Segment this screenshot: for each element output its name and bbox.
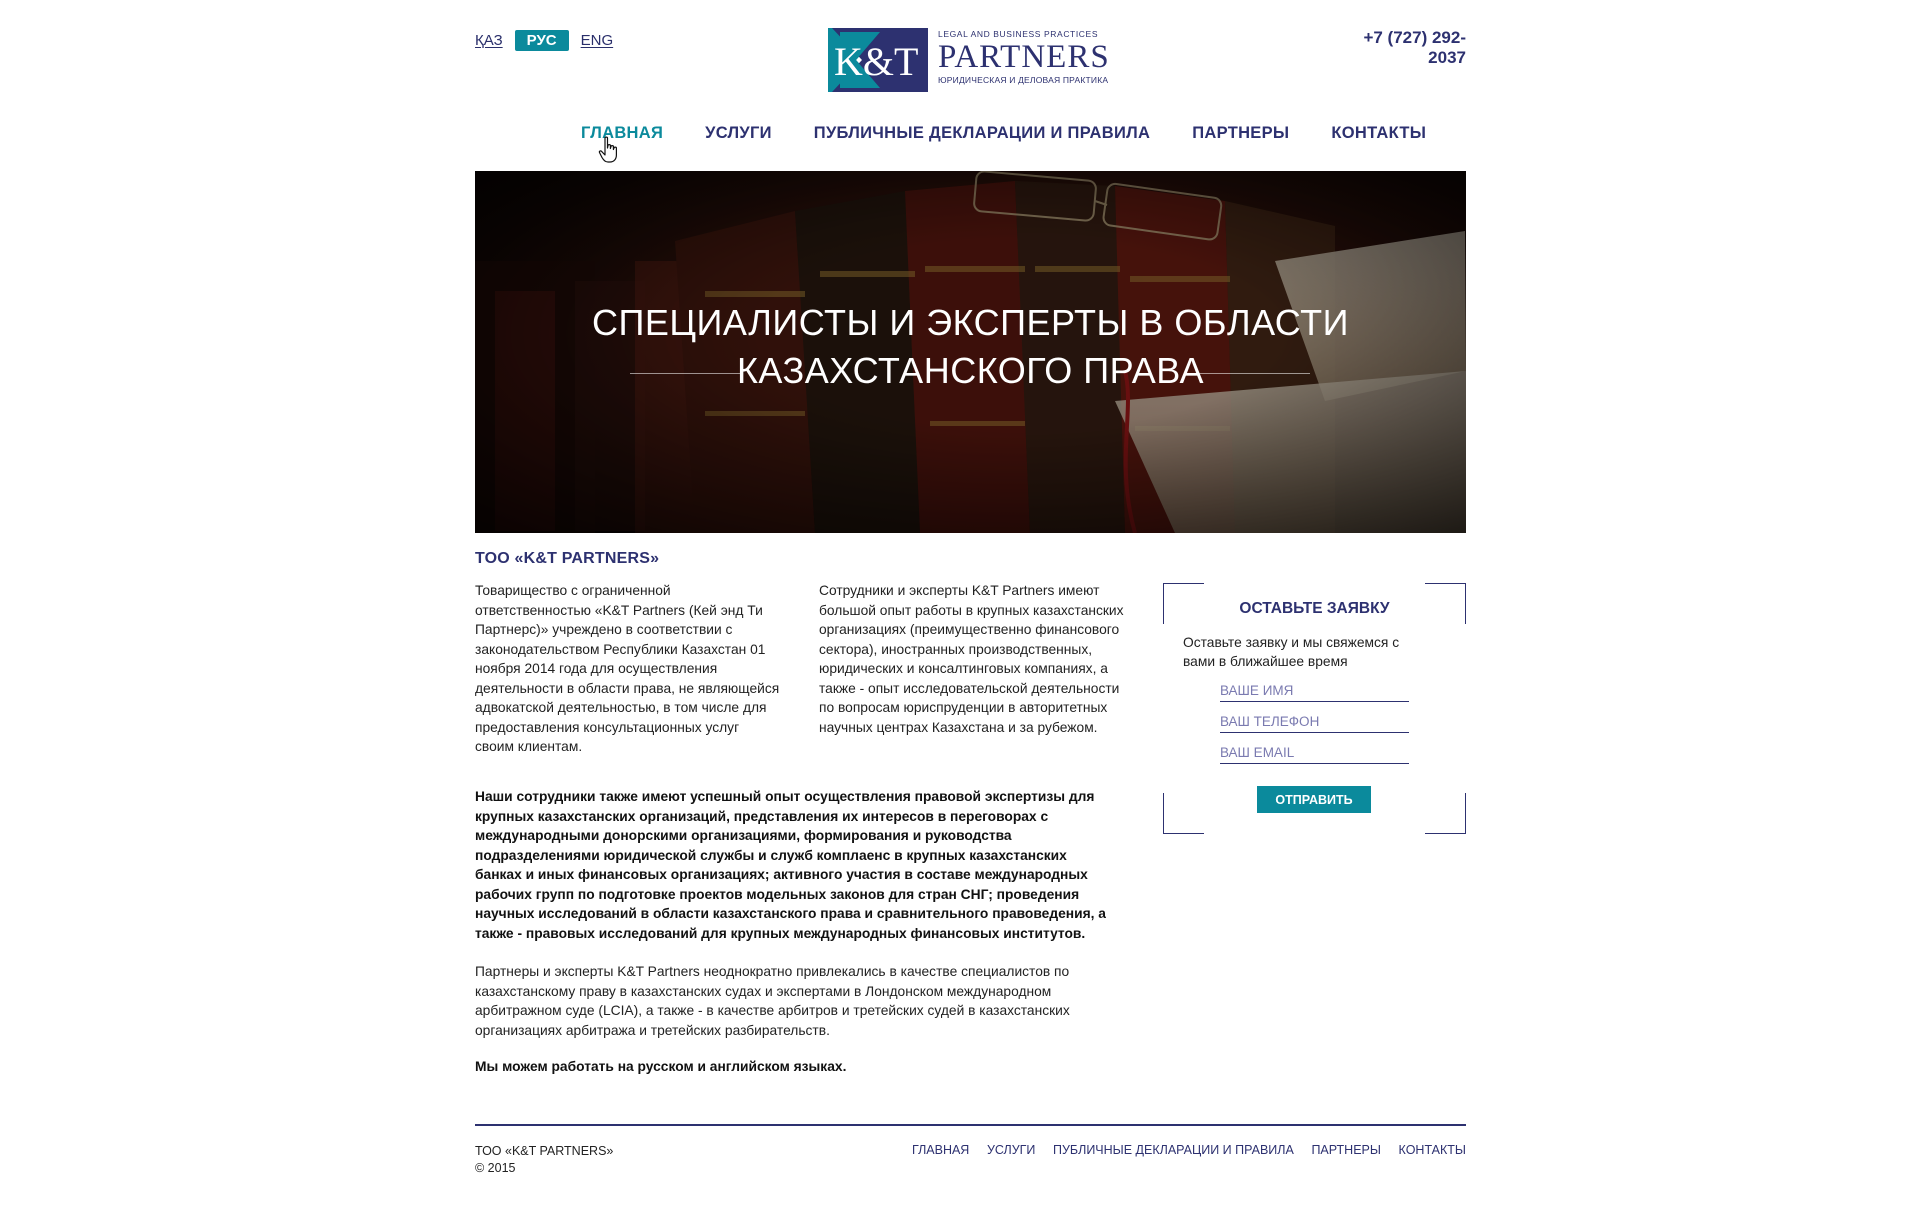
- footer-divider: [475, 1124, 1466, 1126]
- logo-name: PARTNERS: [938, 39, 1110, 75]
- footer-nav-partners[interactable]: ПАРТНЕРЫ: [1311, 1143, 1381, 1157]
- page: ҚАЗ РУС ENG K&T LEGAL AND BUSINESS PRACT…: [0, 0, 1920, 1208]
- logo-tagline-bottom: ЮРИДИЧЕСКАЯ И ДЕЛОВАЯ ПРАКТИКА: [938, 75, 1109, 85]
- footer-nav-contacts[interactable]: КОНТАКТЫ: [1399, 1143, 1466, 1157]
- footer-company: ТОО «K&T PARTNERS»: [475, 1144, 614, 1158]
- hero-rule-left: [630, 373, 742, 374]
- phone-field[interactable]: [1220, 714, 1409, 733]
- about-column-2: Сотрудники и эксперты K&T Partners имеют…: [819, 583, 1124, 735]
- nav-item-partners[interactable]: ПАРТНЕРЫ: [1192, 124, 1289, 143]
- lang-rus-link[interactable]: РУС: [514, 30, 569, 51]
- email-field[interactable]: [1220, 745, 1409, 764]
- request-form: ОСТАВЬТЕ ЗАЯВКУ Оставьте заявку и мы свя…: [1163, 583, 1466, 834]
- footer-info: ТОО «K&T PARTNERS» © 2015: [475, 1143, 613, 1177]
- logo[interactable]: K&T LEGAL AND BUSINESS PRACTICES PARTNER…: [828, 28, 1110, 92]
- nav-item-declarations[interactable]: ПУБЛИЧНЫЕ ДЕКЛАРАЦИИ И ПРАВИЛА: [814, 124, 1150, 143]
- languages-paragraph: Мы можем работать на русском и английско…: [475, 1059, 847, 1074]
- logo-mark-icon: K&T: [828, 28, 928, 92]
- hero-rule-right: [1198, 373, 1310, 374]
- lang-eng-link[interactable]: ENG: [581, 32, 614, 49]
- partners-paragraph: Партнеры и эксперты K&T Partners неоднок…: [475, 964, 1070, 1038]
- form-title: ОСТАВЬТЕ ЗАЯВКУ: [1239, 600, 1390, 617]
- logo-mark-text: K&T: [834, 39, 918, 84]
- footer-nav: ГЛАВНАЯ УСЛУГИ ПУБЛИЧНЫЕ ДЕКЛАРАЦИИ И ПР…: [912, 1143, 1466, 1157]
- hero-banner: СПЕЦИАЛИСТЫ И ЭКСПЕРТЫ В ОБЛАСТИ КАЗАХСТ…: [475, 171, 1466, 533]
- form-corner-bottom-left: [1163, 793, 1204, 834]
- hero-title: СПЕЦИАЛИСТЫ И ЭКСПЕРТЫ В ОБЛАСТИ КАЗАХСТ…: [475, 299, 1466, 395]
- nav-item-home[interactable]: ГЛАВНАЯ: [581, 124, 663, 143]
- logo-text: LEGAL AND BUSINESS PRACTICES PARTNERS ЮР…: [938, 28, 1110, 86]
- name-field[interactable]: [1220, 683, 1409, 702]
- footer-copyright: © 2015: [475, 1161, 516, 1175]
- footer-nav-declarations[interactable]: ПУБЛИЧНЫЕ ДЕКЛАРАЦИИ И ПРАВИЛА: [1053, 1143, 1294, 1157]
- footer-nav-home[interactable]: ГЛАВНАЯ: [912, 1143, 969, 1157]
- submit-button[interactable]: ОТПРАВИТЬ: [1257, 786, 1371, 813]
- language-switcher: ҚАЗ РУС ENG: [475, 30, 613, 51]
- footer-nav-services[interactable]: УСЛУГИ: [987, 1143, 1035, 1157]
- company-title: ТОО «K&T PARTNERS»: [475, 550, 660, 567]
- hero-title-line1: СПЕЦИАЛИСТЫ И ЭКСПЕРТЫ В ОБЛАСТИ: [592, 302, 1349, 343]
- form-description: Оставьте заявку и мы свяжемся с вами в б…: [1183, 635, 1400, 669]
- nav-item-contacts[interactable]: КОНТАКТЫ: [1331, 124, 1426, 143]
- about-column-1: Товарищество с ограниченной ответственно…: [475, 583, 780, 754]
- main-nav: ГЛАВНАЯ УСЛУГИ ПУБЛИЧНЫЕ ДЕКЛАРАЦИИ И ПР…: [581, 124, 1426, 143]
- form-corner-bottom-right: [1425, 793, 1466, 834]
- hand-cursor-icon: [598, 136, 617, 163]
- experience-paragraph: Наши сотрудники также имеют успешный опы…: [475, 789, 1106, 941]
- hero-title-line2: КАЗАХСТАНСКОГО ПРАВА: [736, 350, 1205, 391]
- nav-item-services[interactable]: УСЛУГИ: [705, 124, 772, 143]
- lang-kaz-link[interactable]: ҚАЗ: [475, 32, 503, 49]
- phone-number[interactable]: +7 (727) 292-2037: [1328, 28, 1466, 68]
